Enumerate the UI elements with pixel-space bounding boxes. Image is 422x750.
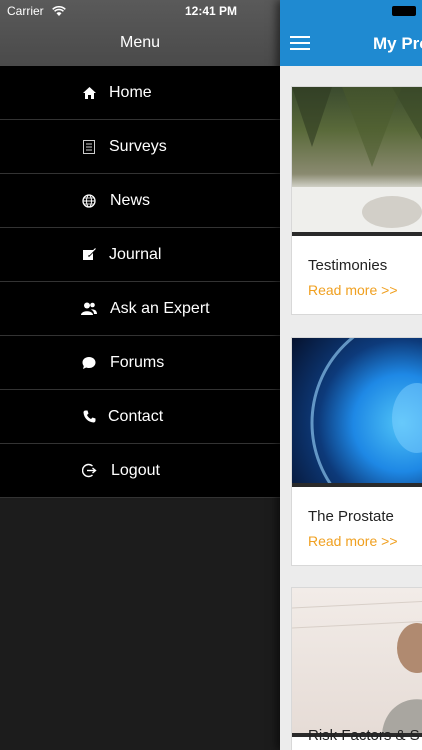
- card-title: The Prostate: [308, 508, 394, 525]
- article-card-risk-factors[interactable]: Risk Factors & S: [291, 587, 422, 750]
- menu-item-news[interactable]: News: [0, 174, 280, 228]
- people-icon: [81, 301, 97, 317]
- card-image-bar: [292, 232, 422, 236]
- survey-icon: [81, 139, 97, 155]
- menu-item-journal[interactable]: Journal: [0, 228, 280, 282]
- status-bar: Carrier 12:41 PM: [0, 0, 422, 22]
- read-more-link[interactable]: Read more >>: [308, 533, 398, 549]
- card-title: Testimonies: [308, 257, 388, 274]
- menu-item-label: Forums: [110, 353, 165, 371]
- battery-icon: [392, 6, 416, 16]
- menu-item-label: Logout: [111, 461, 160, 479]
- menu-item-label: News: [110, 191, 151, 209]
- chat-icon: [81, 355, 97, 371]
- logout-icon: [81, 463, 97, 479]
- menu-item-label: Home: [109, 83, 152, 101]
- menu-item-ask-an-expert[interactable]: Ask an Expert: [0, 282, 280, 336]
- card-image: [292, 87, 422, 232]
- phone-icon: [81, 409, 97, 425]
- menu-item-home[interactable]: Home: [0, 66, 280, 120]
- read-more-link[interactable]: Read more >>: [308, 282, 398, 298]
- menu-item-logout[interactable]: Logout: [0, 444, 280, 498]
- drawer-title: Menu: [119, 34, 161, 51]
- menu-item-surveys[interactable]: Surveys: [0, 120, 280, 174]
- article-card-testimonies[interactable]: Testimonies Read more >>: [291, 86, 422, 315]
- main-content: My Pro Testimonies Read more >> The Pros…: [280, 0, 422, 750]
- menu-item-label: Ask an Expert: [110, 299, 210, 317]
- globe-icon: [81, 193, 97, 209]
- page-title: My Pro: [373, 34, 422, 53]
- hamburger-menu-icon[interactable]: [290, 36, 310, 50]
- journal-icon: [81, 247, 97, 263]
- card-image-bar: [292, 483, 422, 487]
- menu-item-forums[interactable]: Forums: [0, 336, 280, 390]
- card-title: Risk Factors & S: [308, 727, 420, 744]
- menu-item-label: Contact: [108, 407, 164, 425]
- menu-list: Home Surveys News Journal Ask an Expert: [0, 66, 280, 498]
- menu-item-label: Journal: [109, 245, 162, 263]
- side-menu-drawer: Menu Home Surveys News Journal Ask an Ex…: [0, 0, 280, 750]
- article-card-the-prostate[interactable]: The Prostate Read more >>: [291, 337, 422, 566]
- clock: 12:41 PM: [184, 4, 238, 18]
- home-icon: [81, 85, 97, 101]
- menu-item-label: Surveys: [109, 137, 167, 155]
- card-image: [292, 588, 422, 733]
- card-image: [292, 338, 422, 483]
- menu-item-contact[interactable]: Contact: [0, 390, 280, 444]
